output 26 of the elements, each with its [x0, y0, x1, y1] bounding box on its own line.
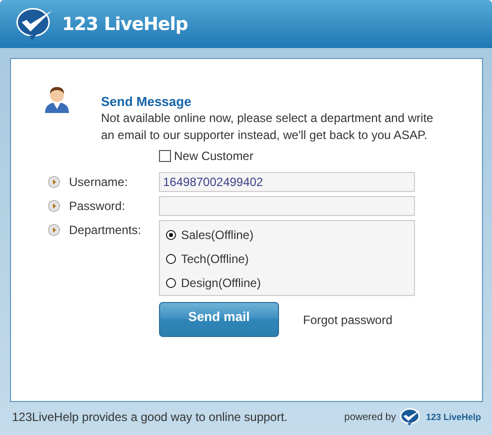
department-option[interactable]: Sales(Offline): [181, 228, 254, 242]
field-label: Password:: [69, 199, 126, 213]
radio-button[interactable]: [166, 278, 176, 288]
bullet-icon: [48, 200, 60, 212]
bullet-icon: [48, 176, 60, 188]
forgot-password-link[interactable]: Forgot password: [303, 312, 392, 326]
department-option[interactable]: Tech(Offline): [181, 252, 249, 266]
radio-button[interactable]: [166, 254, 176, 264]
check-bubble-icon: [400, 408, 422, 426]
password-field[interactable]: [159, 196, 415, 216]
check-bubble-icon: [16, 7, 54, 41]
message-title: Send Message: [101, 94, 192, 109]
field-label: Username:: [69, 175, 128, 189]
radio-button[interactable]: [166, 230, 176, 240]
username-field[interactable]: 164987002499402: [159, 172, 415, 192]
brand-name: 123 LiveHelp: [62, 14, 188, 34]
department-option[interactable]: Design(Offline): [181, 276, 261, 290]
new-customer-label: New Customer: [174, 149, 254, 163]
message-text: Not available online now, please select a department and write an email to our supporter instead, we'll get back to you ASAP.: [101, 110, 434, 144]
bullet-icon: [48, 224, 60, 236]
field-label: Departments:: [69, 223, 142, 237]
footer-brand: 123 LiveHelp: [426, 412, 481, 422]
user-avatar-icon: [43, 85, 71, 113]
new-customer-checkbox[interactable]: [159, 150, 171, 162]
powered-by-label: powered by: [344, 412, 396, 422]
status-text: 123LiveHelp provides a good way to online support.: [12, 410, 288, 424]
